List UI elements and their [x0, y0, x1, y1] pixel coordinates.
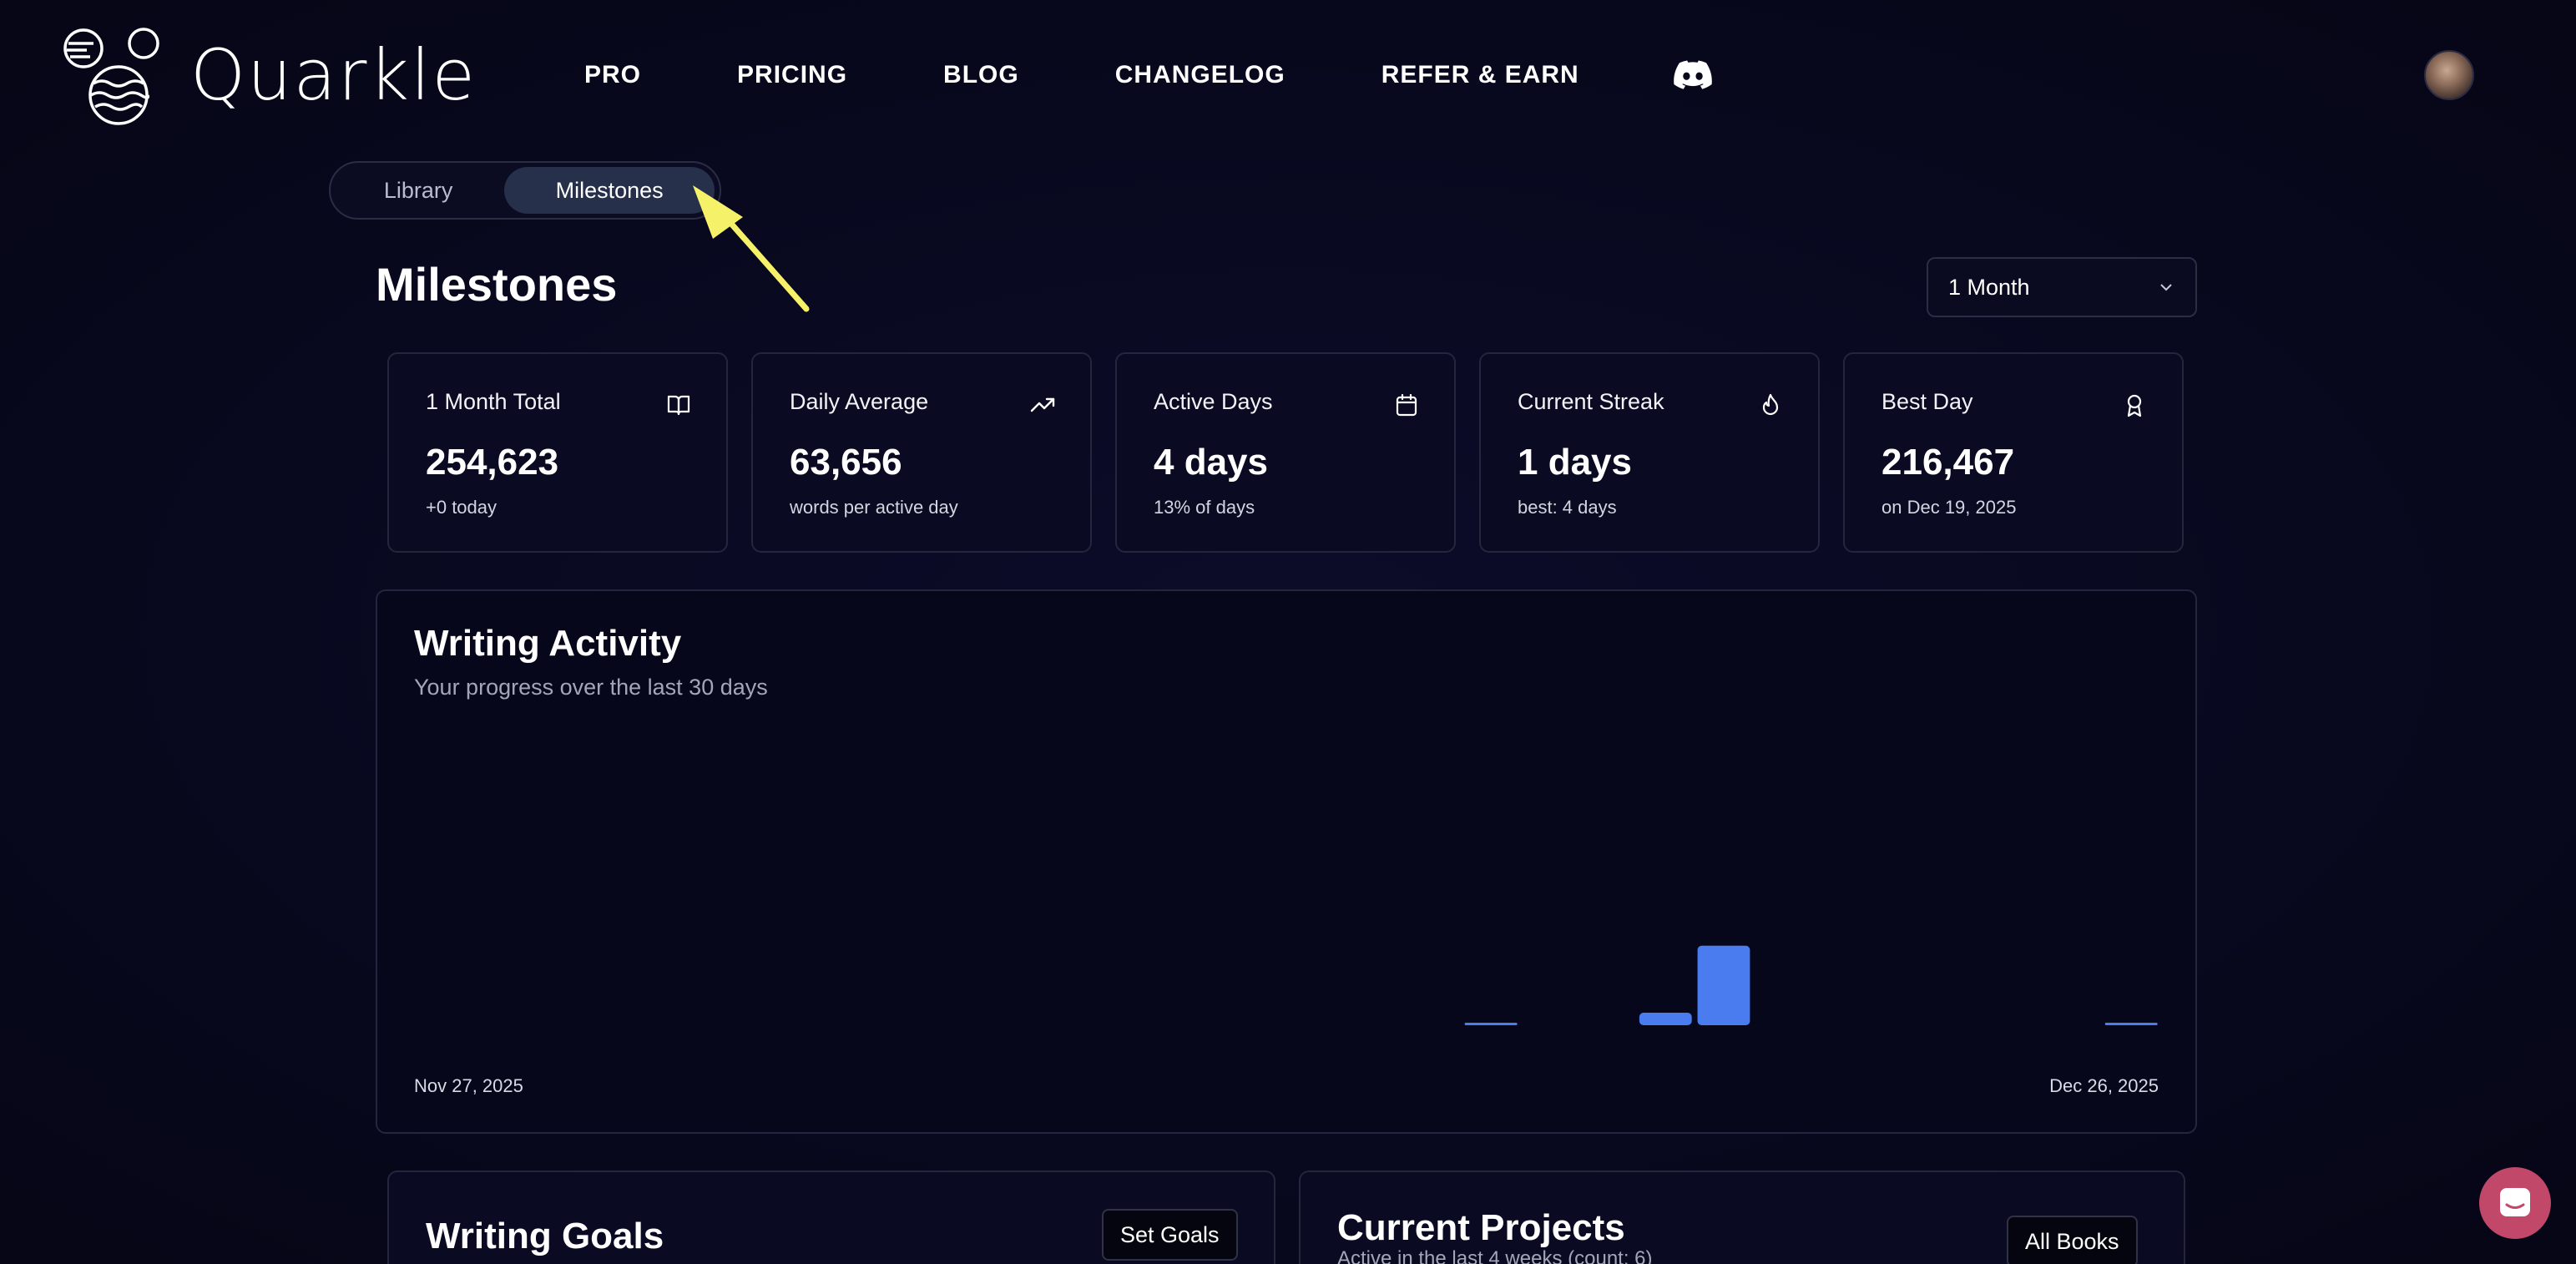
stat-label: 1 Month Total [426, 389, 561, 414]
chart-bar[interactable] [1464, 1023, 1518, 1025]
stat-sub: words per active day [790, 497, 958, 518]
goals-title: Writing Goals [426, 1216, 664, 1256]
app-name: Quarkle [190, 34, 477, 116]
writing-goals-card: Writing Goals Set Goals [387, 1170, 1275, 1264]
page-title: Milestones [376, 258, 618, 311]
nav-links: PRO PRICING BLOG CHANGELOG REFER & EARN [584, 60, 1712, 90]
stat-label: Active Days [1154, 389, 1273, 414]
award-icon [2127, 394, 2142, 417]
chart-end-date: Dec 26, 2025 [2049, 1075, 2159, 1096]
flame-icon [1762, 393, 1779, 416]
all-books-button[interactable]: All Books [2007, 1216, 2138, 1264]
stat-sub: 13% of days [1154, 497, 1255, 518]
stat-value: 63,656 [790, 442, 902, 483]
stat-sub: +0 today [426, 497, 498, 518]
range-select[interactable]: 1 Month [1927, 257, 2197, 317]
projects-subtitle: Active in the last 4 weeks (count: 6) [1337, 1247, 1653, 1264]
activity-bar-chart [1464, 945, 2158, 1025]
stat-card-best-day: Best Day 216,467 on Dec 19, 2025 [1843, 352, 2184, 553]
nav-pricing[interactable]: PRICING [737, 61, 847, 89]
stat-sub: best: 4 days [1518, 497, 1617, 518]
stat-value: 4 days [1154, 442, 1268, 483]
top-nav: Quarkle PRO PRICING BLOG CHANGELOG REFER… [0, 0, 2576, 150]
tab-milestones[interactable]: Milestones [504, 167, 715, 214]
stat-value: 1 days [1518, 442, 1632, 483]
nav-blog[interactable]: BLOG [943, 61, 1019, 89]
stat-sub: on Dec 19, 2025 [1881, 497, 2017, 518]
trending-up-icon [1030, 397, 1055, 412]
projects-title: Current Projects [1337, 1207, 1625, 1248]
tab-library[interactable]: Library [336, 167, 501, 214]
current-projects-card: Current Projects Active in the last 4 we… [1299, 1170, 2185, 1264]
chevron-down-icon [2160, 284, 2172, 291]
activity-subtitle: Your progress over the last 30 days [414, 675, 768, 700]
range-select-value: 1 Month [1948, 274, 2030, 300]
activity-title: Writing Activity [414, 623, 682, 664]
chart-start-date: Nov 27, 2025 [414, 1075, 523, 1096]
stat-value: 216,467 [1881, 442, 2015, 483]
stat-card-current-streak: Current Streak 1 days best: 4 days [1479, 352, 1820, 553]
nav-pro[interactable]: PRO [584, 61, 641, 89]
chart-bar[interactable] [1697, 945, 1750, 1025]
stat-label: Daily Average [790, 389, 929, 414]
stat-value: 254,623 [426, 442, 559, 483]
view-tabs: Library Milestones [329, 161, 721, 220]
nav-refer-earn[interactable]: REFER & EARN [1381, 61, 1579, 89]
user-avatar[interactable] [2424, 50, 2474, 100]
discord-icon[interactable] [1673, 60, 1712, 90]
book-icon [667, 395, 690, 416]
stat-label: Best Day [1881, 389, 1973, 414]
chat-support-button[interactable] [2479, 1167, 2551, 1239]
calendar-icon [1396, 393, 1417, 417]
stat-card-daily-average: Daily Average 63,656 words per active da… [751, 352, 1092, 553]
chat-icon [2500, 1188, 2530, 1216]
logo[interactable]: Quarkle [62, 25, 477, 125]
chart-bar[interactable] [2104, 1023, 2158, 1025]
set-goals-button[interactable]: Set Goals [1102, 1209, 1238, 1261]
stat-card-total: 1 Month Total 254,623 +0 today [387, 352, 728, 553]
writing-activity-card: Writing Activity Your progress over the … [376, 589, 2197, 1134]
stat-label: Current Streak [1518, 389, 1664, 414]
stat-cards: 1 Month Total 254,623 +0 today Daily Ave… [387, 352, 2184, 553]
quarkle-logo-icon [63, 28, 159, 125]
nav-changelog[interactable]: CHANGELOG [1115, 61, 1285, 89]
chart-bar[interactable] [1639, 1013, 1692, 1025]
stat-card-active-days: Active Days 4 days 13% of days [1115, 352, 1456, 553]
annotation-arrow-icon [693, 185, 810, 312]
